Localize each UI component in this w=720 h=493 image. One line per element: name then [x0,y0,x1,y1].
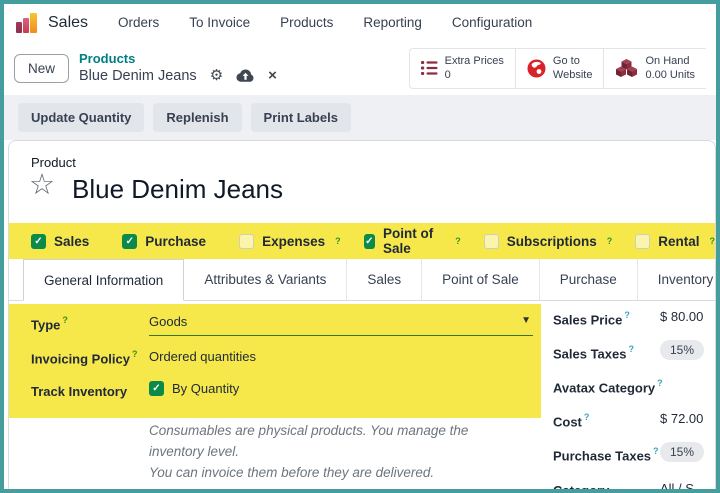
type-label: Type [31,317,61,333]
type-help-icon: ? [62,315,68,325]
cost-help-icon: ? [583,412,590,422]
go-to-label: Go to [552,54,580,67]
extra-prices-button[interactable]: Extra Prices 0 [410,49,515,88]
checkbox-checked-icon[interactable] [122,233,138,249]
tab-inventory[interactable]: Inventory [638,259,715,300]
track-inventory-value: By Quantity [172,381,240,396]
bar-chart-icon [16,21,22,33]
type-help-note-2: You can invoice them before they are del… [149,465,435,480]
sales-taxes-help-icon: ? [628,344,634,354]
product-form-card: Product ☆ Blue Denim Jeans Sales Purchas… [8,140,716,489]
on-hand-button[interactable]: On Hand 0.00 Units [603,48,706,88]
breadcrumb-products-link[interactable]: Products [79,51,277,67]
category-value[interactable]: All / S [660,481,694,489]
purchase-taxes-help-icon: ? [653,446,659,456]
on-hand-qty: 0.00 Units [645,69,695,81]
invoicing-policy-value[interactable]: Ordered quantities [149,349,256,364]
website-label: Website [552,69,593,81]
product-section-label: Product [31,155,76,170]
sales-taxes-badge[interactable]: 15% [660,340,705,360]
on-hand-label: On Hand [645,54,690,67]
category-label: Category [553,483,609,489]
globe-icon [527,59,546,77]
top-navbar: Sales Orders To Invoice Products Reporti… [4,4,716,41]
menu-products[interactable]: Products [280,15,333,30]
breadcrumb: Products Blue Denim Jeans ⚙ × [79,51,277,86]
app-window: Sales Orders To Invoice Products Reporti… [0,0,720,493]
toggle-rental[interactable]: Rental? [635,233,715,249]
menu-configuration[interactable]: Configuration [452,15,532,30]
toggle-expenses[interactable]: Expenses? [239,233,341,249]
toggle-purchase[interactable]: Purchase [122,233,216,249]
toggle-point-of-sale[interactable]: Point of Sale? [363,226,461,256]
checkbox-checked-icon[interactable] [149,381,164,396]
stat-button-group: Extra Prices 0 Go to Website On Hand 0.0… [408,47,706,89]
menu-orders[interactable]: Orders [118,15,159,30]
checkbox-unchecked-icon[interactable] [635,233,651,249]
print-labels-button[interactable]: Print Labels [250,103,351,132]
cloud-save-icon[interactable] [236,69,255,83]
tab-point-of-sale[interactable]: Point of Sale [422,259,540,300]
tab-general-information[interactable]: General Information [23,259,185,301]
toggle-sales[interactable]: Sales [31,233,99,249]
tab-attributes-variants[interactable]: Attributes & Variants [184,259,348,300]
track-inventory-label: Track Inventory [31,384,128,399]
checkbox-unchecked-icon[interactable] [483,233,499,249]
tab-purchase[interactable]: Purchase [540,259,638,300]
main-menu: Orders To Invoice Products Reporting Con… [118,15,532,30]
track-inventory-field[interactable]: By Quantity [149,381,239,396]
sales-app-icon[interactable] [16,12,39,33]
favorite-star-icon[interactable]: ☆ [29,171,55,200]
sales-price-value[interactable]: $ 80.00 [660,309,703,324]
menu-to-invoice[interactable]: To Invoice [189,15,250,30]
purchase-taxes-label: Purchase Taxes [553,448,652,464]
checkbox-unchecked-icon[interactable] [239,233,255,249]
discard-icon[interactable]: × [268,67,277,86]
cubes-icon [616,58,638,77]
sales-price-help-icon: ? [624,310,630,320]
purchase-taxes-badge[interactable]: 15% [660,442,705,462]
avatax-category-label: Avatax Category [553,380,656,396]
go-to-website-button[interactable]: Go to Website [514,48,604,88]
pricelist-icon [420,61,438,75]
action-bar: Update Quantity Replenish Print Labels [4,95,716,140]
checkbox-checked-icon[interactable] [363,233,376,249]
avatax-category-help-icon: ? [657,378,663,388]
toggle-subscriptions[interactable]: Subscriptions? [483,233,612,249]
product-name-field[interactable]: Blue Denim Jeans [72,174,283,205]
type-select[interactable]: Goods ▼ [149,313,533,336]
invoicing-policy-label: Invoicing Policy [31,351,130,367]
extra-prices-label: Extra Prices [444,54,504,67]
cost-value[interactable]: $ 72.00 [660,411,703,426]
menu-reporting[interactable]: Reporting [363,15,422,30]
sales-taxes-label: Sales Taxes [553,346,627,362]
sales-price-label: Sales Price [553,312,623,328]
highlighted-fields-block: Type? Goods ▼ Invoicing Policy? Ordered … [9,304,541,418]
gear-icon[interactable]: ⚙ [210,67,223,86]
cost-label: Cost [553,414,582,430]
notebook-tabs: General Information Attributes & Variant… [9,259,715,301]
tab-sales[interactable]: Sales [347,259,423,300]
chevron-down-icon: ▼ [521,315,531,326]
invoicing-policy-help-icon: ? [131,349,138,359]
extra-prices-count: 0 [444,69,451,81]
app-name[interactable]: Sales [48,14,88,32]
update-quantity-button[interactable]: Update Quantity [18,103,145,132]
replenish-button[interactable]: Replenish [153,103,242,132]
type-help-note-1: Consumables are physical products. You m… [149,423,469,459]
checkbox-checked-icon[interactable] [31,233,46,249]
new-button[interactable]: New [14,53,70,83]
product-toggle-band: Sales Purchase Expenses? Point of Sale? … [9,223,715,259]
breadcrumb-current: Blue Denim Jeans [79,68,197,85]
control-panel: New Products Blue Denim Jeans ⚙ × Extra … [4,41,716,95]
